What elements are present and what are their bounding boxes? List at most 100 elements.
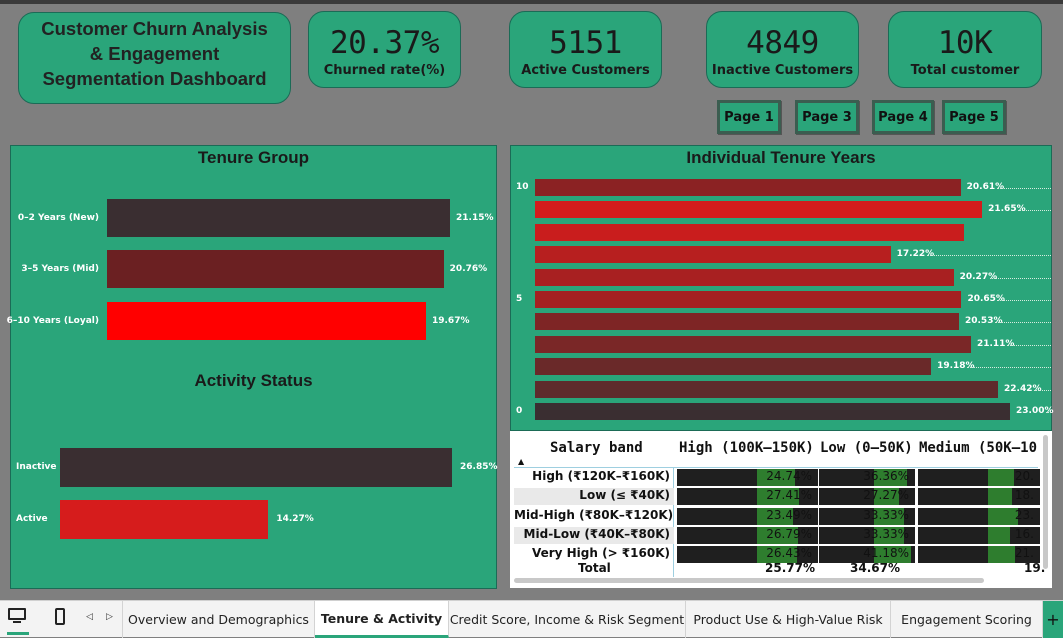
kpi-label: Total customer — [910, 63, 1020, 78]
tenure-year-bar — [535, 268, 954, 286]
tenure-group-data-label: 19.67% — [431, 316, 470, 326]
table-cell-value: 27.27% — [863, 488, 909, 503]
title-line-2: & Engagement — [89, 43, 220, 64]
table-cell: 23. — [918, 507, 1040, 525]
leader-dots — [989, 277, 1051, 279]
horizontal-scrollbar[interactable] — [514, 578, 984, 583]
tenure-group-bar — [107, 302, 426, 340]
table-row-label: Mid-Low (₹40K–₹80K) — [514, 526, 674, 544]
tenure-group-bar — [107, 250, 444, 288]
table-cell: 18. — [918, 488, 1040, 506]
tenure-year-bar — [535, 380, 999, 398]
tenure-year-data-label: 21.11% — [976, 338, 1015, 349]
kpi-card-total-customer: 10K Total customer — [888, 11, 1042, 88]
dashboard-title-card: Customer Churn Analysis & Engagement Seg… — [18, 12, 291, 104]
table-row-label: High (₹120K–₹160K) — [532, 469, 670, 483]
tenure-year-data-label: 23.00% — [1016, 406, 1054, 416]
tenure-group-data-label: 21.15% — [456, 213, 494, 223]
activity-status-data-label: 14.27% — [276, 514, 314, 524]
table-header-salary-band[interactable]: Salary band — [550, 440, 643, 456]
table-header-medium[interactable]: Medium (50K–10 — [919, 440, 1037, 456]
table-row-label: Mid-High (₹80K–₹120K) — [514, 507, 674, 522]
table-cell-value: 23.49% — [766, 507, 812, 522]
table-cell-value: 26.79% — [766, 526, 812, 541]
table-cell-value: 36.36% — [863, 469, 909, 483]
tenure-group-category-label: 3–5 Years (Mid) — [21, 264, 99, 274]
chevron-right-icon[interactable]: ▷ — [106, 612, 113, 622]
leader-dots — [926, 255, 1051, 257]
page-1-button[interactable]: Page 1 — [717, 100, 781, 134]
sort-arrow-icon[interactable]: ▲ — [518, 457, 524, 466]
tenure-group-title: Tenure Group — [197, 148, 310, 167]
leader-dots — [1018, 210, 1051, 212]
page-4-button[interactable]: Page 4 — [872, 100, 934, 134]
table-cell: 27.41% — [677, 488, 818, 506]
mobile-view-icon[interactable] — [55, 608, 65, 625]
table-cell: 33.33% — [819, 526, 915, 544]
title-line-1: Customer Churn Analysis — [41, 18, 268, 39]
kpi-label: Inactive Customers — [711, 63, 854, 78]
activity-status-data-label: 26.85% — [460, 462, 498, 472]
tenure-year-data-label: 20.27% — [959, 271, 998, 282]
tenure-year-bar — [535, 291, 962, 308]
page-3-button[interactable]: Page 3 — [795, 100, 859, 134]
kpi-value: 10K — [937, 25, 993, 61]
table-cell: 27.27% — [819, 488, 915, 506]
table-cell-value: 41.18% — [863, 546, 909, 561]
table-cell-value: 18. — [1014, 488, 1034, 503]
activity-status-bar — [60, 500, 269, 539]
tenure-activity-panel: Tenure Group Activity Status 0–2 Years (… — [6, 145, 498, 589]
cell-fill-bar — [987, 526, 1010, 544]
table-cell-value: 21. — [1014, 546, 1034, 561]
tenure-year-data-label: 20.53% — [964, 316, 1003, 327]
tab-tenure-and-activity[interactable]: Tenure & Activity — [315, 601, 449, 638]
tab-overview-and-demographics[interactable]: Overview and Demographics — [122, 601, 315, 638]
page-5-button[interactable]: Page 5 — [942, 100, 1006, 134]
table-header-high[interactable]: High (100K–150K) — [679, 440, 814, 456]
table-cell-value: 16. — [1014, 526, 1034, 541]
kpi-value: 4849 — [746, 25, 819, 61]
salary-band-table[interactable]: Salary band High (100K–150K) Low (0–50K)… — [510, 431, 1052, 588]
tenure-year-data-label: 17.22% — [896, 249, 935, 260]
table-header-low[interactable]: Low (0–50K) — [820, 440, 913, 456]
tab-product-use-high-value-risk[interactable]: Product Use & High-Value Risk — [686, 601, 891, 638]
tenure-year-bar — [535, 335, 971, 353]
tenure-year-bar — [535, 201, 983, 219]
chevron-left-icon[interactable]: ◁ — [86, 612, 93, 622]
table-cell-value: 23. — [1014, 507, 1034, 522]
individual-tenure-title: Individual Tenure Years — [686, 148, 876, 167]
table-cell-value: 24.74% — [766, 469, 812, 483]
individual-tenure-panel: Individual Tenure Years 20.61% 21.65% 17.2… — [510, 145, 1054, 431]
table-cell: 41.18% — [819, 546, 915, 564]
page-tab-bar: ◁ ▷ Overview and Demographics Tenure & A… — [0, 600, 1063, 638]
table-cell-value: 26.43% — [766, 546, 812, 561]
leader-dots — [994, 322, 1051, 324]
tenure-group-category-label: 0–2 Years (New) — [17, 213, 99, 223]
tab-engagement-scoring[interactable]: Engagement Scoring — [891, 601, 1043, 638]
tab-credit-score-income-risk[interactable]: Credit Score, Income & Risk Segment — [449, 601, 686, 638]
tenure-year-data-label: 21.65% — [988, 204, 1026, 215]
leader-dots — [967, 367, 1051, 369]
vertical-scrollbar[interactable] — [1043, 435, 1048, 569]
kpi-card-active-customers: 5151 Active Customers — [509, 11, 662, 88]
tenure-year-bar — [535, 358, 932, 376]
desktop-view-icon[interactable] — [7, 608, 29, 635]
table-row-label: Very High (> ₹160K) — [531, 546, 670, 561]
cell-fill-bar — [987, 469, 1015, 486]
leader-dots — [1034, 389, 1051, 391]
table-cell-value: 33.33% — [863, 507, 909, 522]
tenure-group-bar — [107, 199, 450, 237]
tenure-group-category-label: 6–10 Years (Loyal) — [6, 316, 99, 326]
add-page-button[interactable]: + — [1043, 601, 1063, 638]
y-axis-tick-label: 10 — [516, 182, 529, 192]
activity-status-category-label: Active — [16, 514, 48, 524]
cell-fill-bar — [987, 488, 1012, 506]
cell-fill-bar — [987, 546, 1016, 564]
leader-dots — [1046, 412, 1051, 413]
table-cell: 23.49% — [677, 507, 818, 525]
header-divider — [514, 467, 1038, 468]
table-cell-value: 27.41% — [766, 488, 812, 503]
table-cell: 26.79% — [677, 526, 818, 544]
tenure-year-bar — [535, 246, 891, 264]
table-cell: 36.36% — [819, 469, 915, 486]
